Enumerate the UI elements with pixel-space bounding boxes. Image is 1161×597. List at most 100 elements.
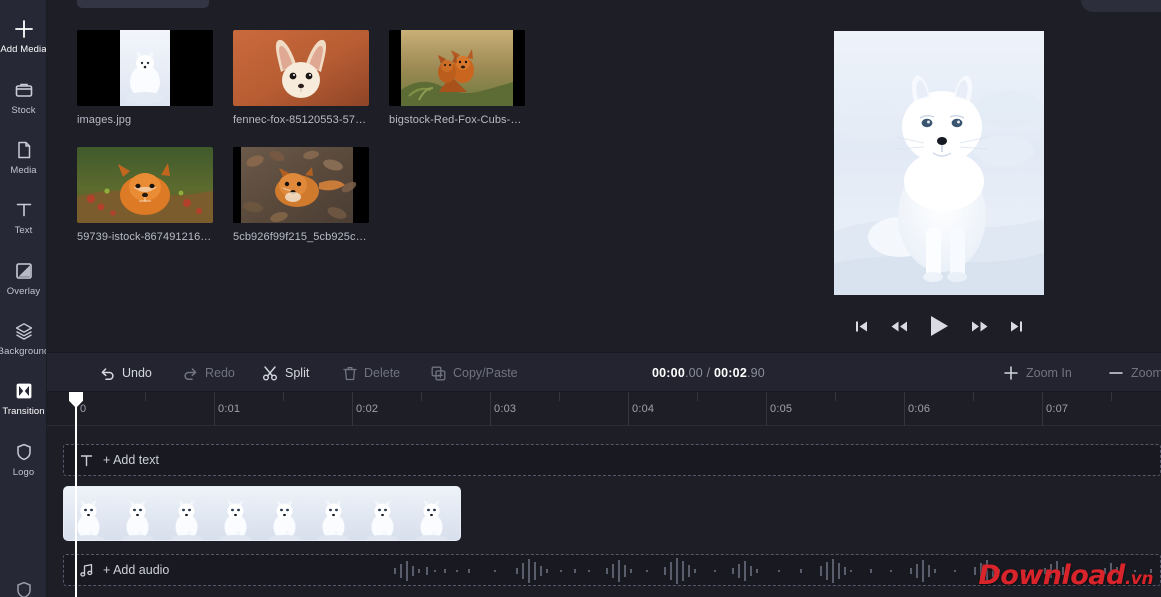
zoom-in-button[interactable]: Zoom In [992,358,1083,388]
media-filename: 59739-istock-867491216… [77,231,212,243]
undo-icon [100,367,115,380]
editor-toolbar: Undo Redo Split Delete Copy/Paste 00:00.… [47,352,1161,392]
app-root: Add Media Stock Media Text Overlay Backg… [0,0,1161,597]
copy-icon [431,366,446,381]
import-bar-stub[interactable] [77,0,209,8]
add-audio-button[interactable]: + Add audio [64,563,169,578]
left-sidebar: Add Media Stock Media Text Overlay Backg… [0,0,47,597]
sidebar-item-transition[interactable]: Transition [0,379,46,417]
undo-button[interactable]: Undo [89,358,163,388]
sidebar-item-background[interactable]: Background [0,319,47,357]
preview-video-frame[interactable] [834,31,1044,295]
delete-label: Delete [364,366,401,380]
sidebar-item-overlay[interactable]: Overlay [0,259,46,297]
stock-icon [12,78,36,102]
redo-icon [183,367,198,380]
sidebar-label-overlay: Overlay [6,286,41,297]
redo-button[interactable]: Redo [172,358,246,388]
sidebar-label-background: Background [0,346,47,357]
media-filename: fennec-fox-85120553-57… [233,114,367,126]
time-total-cs: .90 [746,366,765,380]
media-item[interactable]: 59739-istock-867491216… [77,147,213,243]
sidebar-label-stock: Stock [11,105,36,116]
redo-label: Redo [205,366,235,380]
sidebar-label-add-media: Add Media [0,44,47,55]
sidebar-item-stock[interactable]: Stock [0,78,46,116]
ruler-label: 0:04 [632,403,655,415]
timeline-ruler[interactable]: 0 0:01 0:02 0:03 0:04 0:05 0:06 0:07 [47,392,1161,426]
media-item[interactable]: bigstock-Red-Fox-Cubs-… [389,30,525,126]
track-text[interactable]: + Add text [63,444,1161,476]
split-label: Split [285,366,310,380]
preview-controls [834,306,1044,346]
ruler-label: 0:01 [218,403,241,415]
ruler-label: 0:05 [770,403,793,415]
zoom-out-button[interactable]: Zoom [1097,358,1161,388]
copy-paste-button[interactable]: Copy/Paste [420,358,529,388]
media-item[interactable]: fennec-fox-85120553-57… [233,30,369,126]
time-current-cs: .00 [684,366,703,380]
timecode-display: 00:00.00 / 00:02.90 [652,366,765,380]
sidebar-item-media[interactable]: Media [0,138,46,176]
add-text-label: + Add text [103,453,159,467]
time-separator: / [702,366,714,380]
media-library-panel: images.jpg fennec-fox-85120553-57… bigst… [47,0,822,352]
transition-icon [12,379,36,403]
media-thumbnail-fennec-fox[interactable] [233,30,369,106]
media-item[interactable]: images.jpg [77,30,213,126]
sidebar-label-logo: Logo [12,467,35,478]
media-thumbnail-red-fox-leaves[interactable] [233,147,369,223]
ruler-label: 0 [80,403,87,415]
playhead-line [75,404,77,597]
ruler-label: 0:02 [356,403,379,415]
media-thumbnail-arctic-fox[interactable] [77,30,213,106]
rewind-icon[interactable] [890,319,908,334]
sidebar-item-more[interactable] [0,578,46,597]
zoom-in-label: Zoom In [1026,366,1072,380]
undo-label: Undo [122,366,152,380]
time-total: 00:02 [714,366,747,380]
sidebar-item-logo[interactable]: Logo [0,440,46,478]
media-thumbnail-red-fox-cubs[interactable] [389,30,525,106]
plus-icon [12,17,36,41]
sidebar-item-add-media[interactable]: Add Media [0,17,47,55]
add-audio-label: + Add audio [103,563,170,577]
add-text-button[interactable]: + Add text [64,453,159,468]
delete-button[interactable]: Delete [332,358,411,388]
sidebar-item-text[interactable]: Text [0,198,46,236]
sidebar-label-text: Text [14,225,33,236]
timeline-video-clip[interactable] [63,486,461,541]
skip-back-icon[interactable] [854,319,869,334]
watermark-text: Download [978,560,1125,591]
shield-icon [12,440,36,464]
window-corner-stub [1081,0,1161,12]
minus-icon [1108,365,1124,381]
layers-icon [12,319,36,343]
sidebar-label-transition: Transition [2,406,45,417]
text-icon [79,453,94,468]
plus-icon [1003,365,1019,381]
preview-panel [822,0,1161,352]
skip-forward-icon[interactable] [1009,319,1024,334]
split-button[interactable]: Split [251,358,320,388]
ruler-label: 0:07 [1046,403,1069,415]
time-current: 00:00 [652,366,685,380]
text-icon [12,198,36,222]
watermark: Download.vn [978,560,1153,591]
watermark-suffix: .vn [1124,569,1154,589]
media-item[interactable]: 5cb926f99f215_5cb925c… [233,147,369,243]
shield-outline-icon [12,578,36,597]
media-grid: images.jpg fennec-fox-85120553-57… bigst… [77,30,577,243]
media-filename: bigstock-Red-Fox-Cubs-… [389,114,522,126]
media-thumbnail-red-fox-autumn[interactable] [77,147,213,223]
media-filename: images.jpg [77,114,132,126]
file-icon [12,138,36,162]
play-icon[interactable] [928,314,950,338]
overlay-icon [12,259,36,283]
music-note-icon [79,563,94,578]
trash-icon [343,366,357,381]
sidebar-label-media: Media [10,165,37,176]
copy-paste-label: Copy/Paste [453,366,518,380]
fast-forward-icon[interactable] [971,319,989,334]
scissors-icon [262,365,278,381]
